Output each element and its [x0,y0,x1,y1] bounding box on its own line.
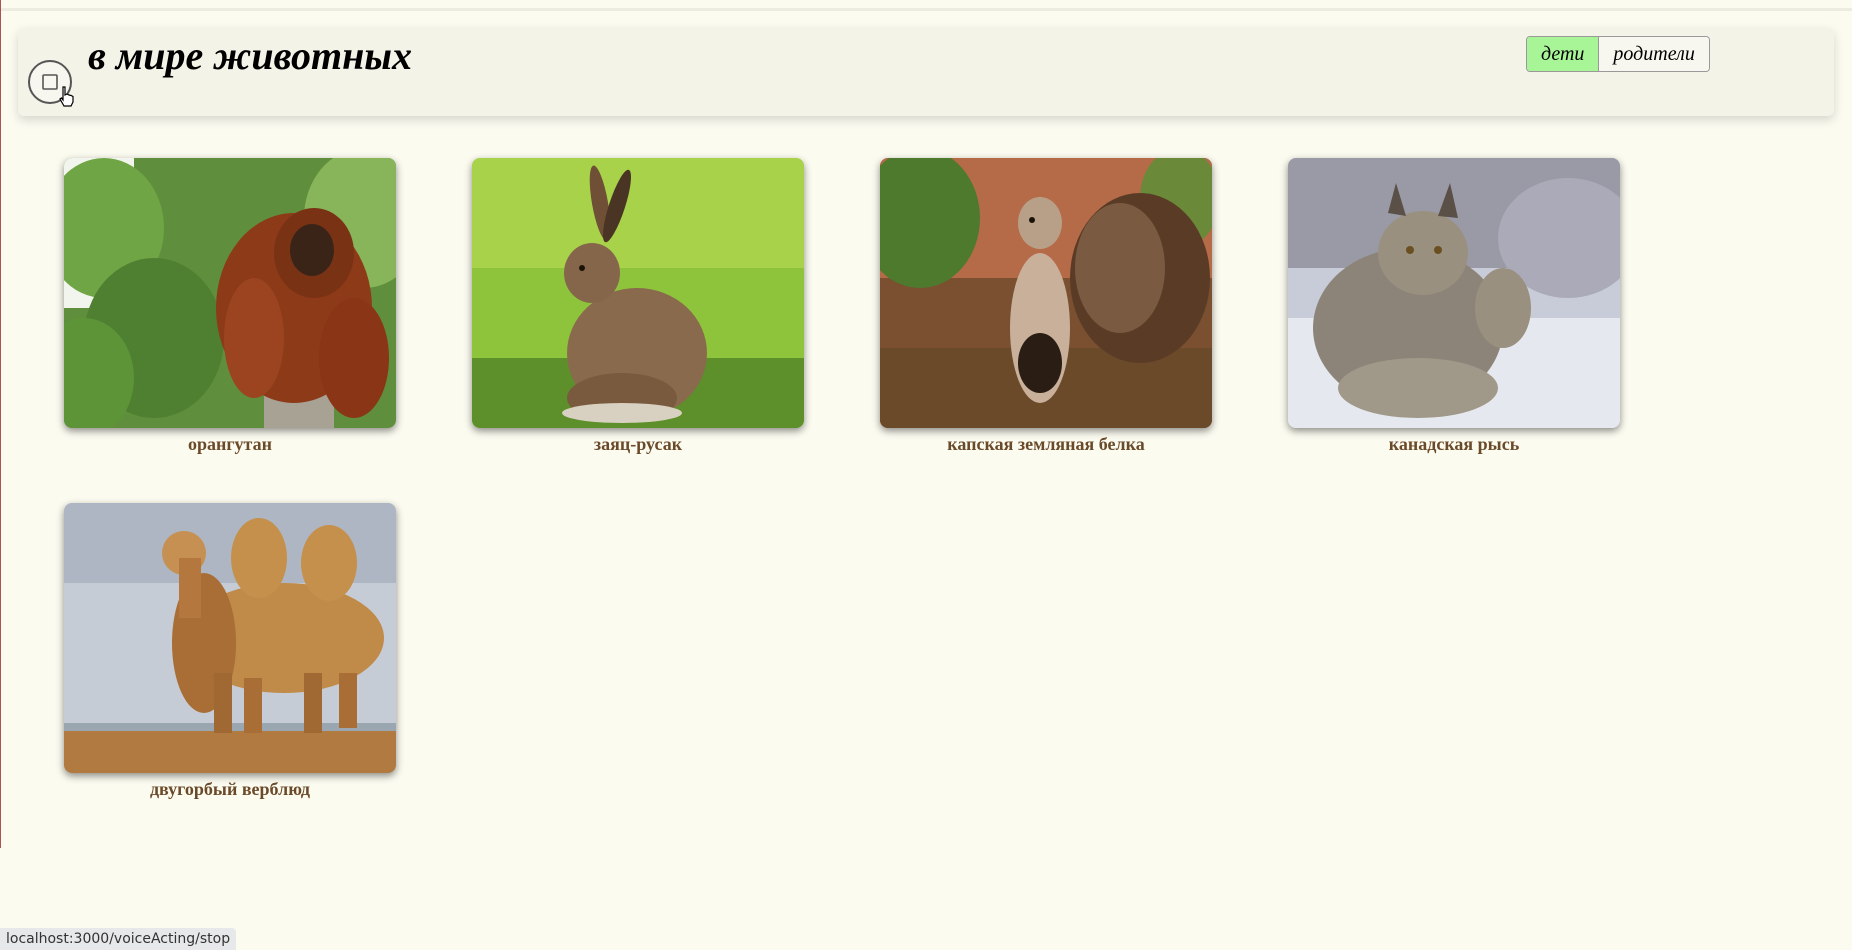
ground-squirrel-photo [880,158,1212,428]
tab-parents[interactable]: родители [1598,37,1709,71]
animal-card-ground-squirrel[interactable]: капская земляная белка [880,158,1212,455]
orangutan-photo [64,158,396,428]
animal-card-orangutan[interactable]: орангутан [64,158,396,455]
top-divider [0,8,1852,11]
animal-card-hare[interactable]: заяц-русак [472,158,804,455]
animal-card-camel[interactable]: двугорбый верблюд [64,503,396,800]
lynx-photo [1288,158,1620,428]
left-border [0,0,1,848]
hand-pointer-icon [59,86,74,107]
animal-caption: канадская рысь [1388,434,1520,454]
tab-children[interactable]: дети [1527,37,1599,71]
animal-caption: двугорбый верблюд [149,779,311,799]
animal-caption: орангутан [188,434,272,454]
hare-photo [472,158,804,428]
site-header: в мире животных дети родители [18,28,1834,116]
animal-caption: капская земляная белка [947,434,1145,454]
audience-toggle: дети родители [1526,36,1710,72]
site-title: в мире животных [88,33,413,78]
animal-card-lynx[interactable]: канадская рысь [1288,158,1620,455]
camel-photo [64,503,396,773]
page: в мире животных дети родители орангутан … [0,0,1852,950]
status-bar-url: localhost:3000/voiceActing/stop [0,928,237,950]
animal-caption: заяц-русак [593,434,683,454]
